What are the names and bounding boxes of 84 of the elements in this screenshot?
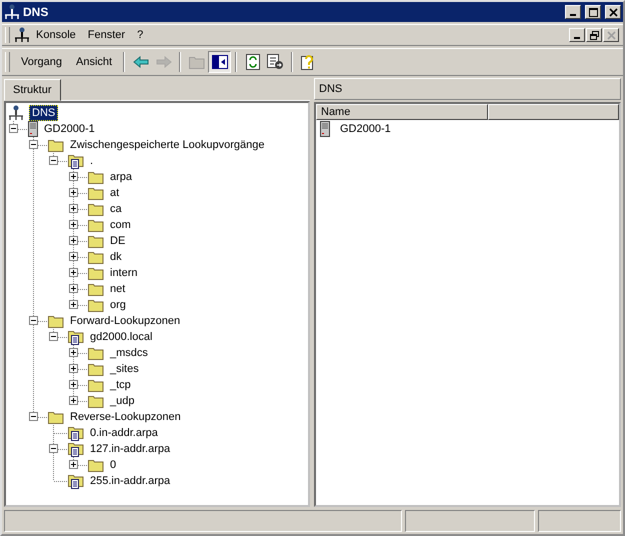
expand-toggle[interactable] — [69, 220, 78, 229]
tree-item[interactable]: DNS — [29, 105, 58, 121]
expand-toggle[interactable] — [69, 268, 78, 277]
minimize-icon — [574, 37, 580, 39]
collapse-toggle[interactable] — [29, 412, 38, 421]
network-computer-icon — [14, 27, 30, 43]
collapse-toggle[interactable] — [49, 332, 58, 341]
close-button[interactable] — [605, 5, 621, 19]
collapse-toggle[interactable] — [49, 444, 58, 453]
tree-item[interactable]: Forward-Lookupzonen — [67, 313, 184, 329]
collapse-toggle[interactable] — [29, 140, 38, 149]
close-icon — [606, 30, 616, 40]
expand-toggle[interactable] — [69, 284, 78, 293]
collapse-toggle[interactable] — [29, 316, 38, 325]
tree-item[interactable]: _msdcs — [107, 345, 151, 361]
tree-item[interactable]: _udp — [107, 393, 138, 409]
expand-toggle[interactable] — [69, 396, 78, 405]
expand-toggle[interactable] — [69, 236, 78, 245]
list-item[interactable]: GD2000-1 — [337, 121, 394, 137]
maximize-icon — [588, 8, 598, 16]
window-title: DNS — [23, 5, 48, 19]
folder-document-icon — [68, 425, 84, 441]
tree-item[interactable]: 127.in-addr.arpa — [87, 441, 174, 457]
tree-item[interactable]: Zwischengespeicherte Lookupvorgänge — [67, 137, 268, 153]
expand-toggle[interactable] — [69, 348, 78, 357]
pane-title: DNS — [314, 78, 621, 100]
tree-item[interactable]: _tcp — [107, 377, 134, 393]
folder-icon — [188, 55, 205, 69]
expand-toggle[interactable] — [69, 460, 78, 469]
tab[interactable]: Struktur — [4, 79, 61, 101]
tree-item[interactable]: . — [87, 153, 96, 169]
column-header[interactable] — [488, 104, 619, 120]
tree-item[interactable]: _sites — [107, 361, 142, 377]
tree-item[interactable]: com — [107, 217, 134, 233]
tree-item[interactable]: arpa — [107, 169, 136, 185]
expand-toggle[interactable] — [69, 204, 78, 213]
expand-toggle[interactable] — [69, 364, 78, 373]
refresh-icon — [246, 54, 260, 70]
close-icon — [608, 8, 618, 16]
server-icon — [320, 121, 330, 137]
tree-item[interactable]: GD2000-1 — [41, 121, 98, 137]
menu-item[interactable]: Fenster — [82, 27, 132, 43]
tree-item[interactable]: org — [107, 297, 129, 313]
minimize-icon — [570, 14, 576, 16]
tree-item[interactable]: intern — [107, 265, 141, 281]
tree-item[interactable]: at — [107, 185, 122, 201]
column-header[interactable]: Name — [316, 104, 488, 120]
left-arrow-icon — [132, 56, 149, 68]
right-arrow-icon — [156, 56, 172, 68]
tree-item[interactable]: 255.in-addr.arpa — [87, 473, 174, 489]
menu-item[interactable]: Ansicht — [68, 54, 120, 70]
tree-item[interactable]: net — [107, 281, 128, 297]
folder-document-icon — [68, 441, 84, 457]
server-icon — [28, 121, 38, 137]
folder-document-icon — [68, 473, 84, 489]
collapse-toggle[interactable] — [49, 156, 58, 165]
menu-item[interactable]: Vorgang — [14, 54, 69, 70]
expand-toggle[interactable] — [69, 188, 78, 197]
minimize-button[interactable] — [569, 28, 585, 42]
tree-item[interactable]: gd2000.local — [87, 329, 156, 345]
expand-toggle[interactable] — [69, 172, 78, 181]
menu-item[interactable]: ? — [131, 27, 150, 43]
restore-button[interactable] — [586, 28, 602, 42]
tree-item[interactable]: 0.in-addr.arpa — [87, 425, 161, 441]
maximize-button[interactable] — [585, 5, 601, 19]
panel-icon — [212, 55, 228, 69]
network-computer-icon — [8, 105, 24, 121]
expand-toggle[interactable] — [69, 380, 78, 389]
folder-document-icon — [68, 329, 84, 345]
list-arrow-icon — [267, 54, 284, 70]
folder-document-icon — [68, 153, 84, 169]
network-computer-icon — [4, 4, 20, 20]
collapse-toggle[interactable] — [9, 124, 18, 133]
tree-item[interactable]: 0 — [107, 457, 120, 473]
toolbar-button[interactable] — [208, 51, 232, 73]
tree-item[interactable]: ca — [107, 201, 125, 217]
expand-toggle[interactable] — [69, 300, 78, 309]
restore-icon — [590, 30, 598, 40]
tree-item[interactable]: dk — [107, 249, 125, 265]
tree-item[interactable]: DE — [107, 233, 128, 249]
tree-item[interactable]: Reverse-Lookupzonen — [67, 409, 184, 425]
expand-toggle[interactable] — [69, 252, 78, 261]
minimize-button[interactable] — [565, 5, 581, 19]
menu-item[interactable]: Konsole — [30, 27, 82, 43]
